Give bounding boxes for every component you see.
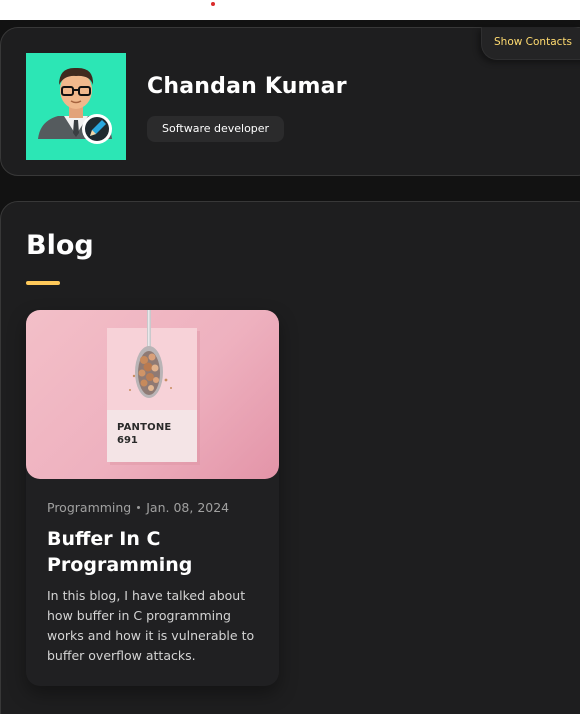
post-category: Programming	[47, 500, 132, 515]
browser-top-strip	[0, 0, 580, 20]
red-dot-indicator	[211, 2, 215, 6]
meta-separator-dot	[137, 506, 141, 509]
show-contacts-button[interactable]: Show Contacts	[481, 27, 580, 60]
post-date: Jan. 08, 2024	[146, 500, 230, 515]
post-excerpt: In this blog, I have talked about how bu…	[47, 588, 255, 663]
pencil-edit-icon[interactable]	[26, 53, 126, 160]
pantone-spoon-image	[107, 310, 200, 465]
blog-post-card[interactable]: PANTONE 691 Programming Jan. 08, 2024 Buf…	[26, 310, 279, 686]
blog-section: Blog PANTONE 691 Programming Jan. 08, 20…	[0, 201, 580, 714]
post-title[interactable]: Buffer In C Programming	[47, 526, 267, 578]
pantone-code-text: 691	[117, 435, 138, 446]
post-thumbnail[interactable]: PANTONE 691	[26, 310, 279, 479]
avatar	[26, 53, 126, 160]
profile-name: Chandan Kumar	[147, 74, 347, 99]
post-meta: Programming Jan. 08, 2024	[47, 500, 229, 515]
pantone-brand-text: PANTONE	[117, 422, 172, 433]
page-title: Blog	[26, 230, 94, 261]
profile-title-badge: Software developer	[147, 116, 285, 142]
heading-underline	[26, 281, 60, 285]
